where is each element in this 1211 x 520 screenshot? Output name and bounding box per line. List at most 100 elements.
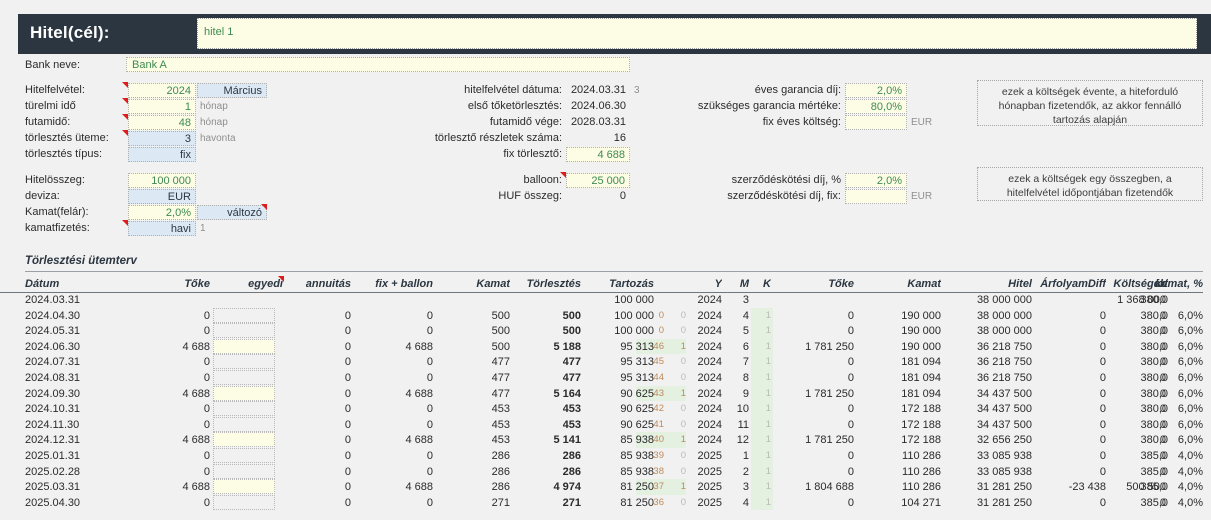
hitelosszeg-field[interactable]: 100 000 (128, 173, 196, 188)
szerzodeskotesi-dij-field[interactable]: 2,0% (845, 173, 907, 188)
szerzodeskotesi-dij-fix-field[interactable] (845, 189, 907, 204)
cell-toke: 0 (203, 465, 210, 478)
egyedi-input-cell[interactable] (213, 416, 275, 432)
cell-flag: 0 (680, 418, 686, 430)
table-row[interactable]: 2025.02.28 0 0 0 286 286 85 938 38 0 2025 2 1 0 110 2… (0, 463, 1211, 480)
bank-name-input[interactable]: Bank A (126, 57, 630, 72)
egyedi-input-cell[interactable] (213, 369, 275, 385)
cell-toke: 0 (203, 325, 210, 338)
cell-arf: 385,0 (1140, 465, 1168, 478)
table-row[interactable]: 2024.06.30 4 688 0 4 688 500 5 188 95 313 46 1 20… (0, 338, 1211, 355)
torlesztes-uteme-field[interactable]: 3 (128, 131, 196, 146)
spreadsheet-canvas: Hitel(cél): hitel 1 Bank neve: Bank A Hi… (0, 0, 1211, 520)
table-row[interactable]: 2024.08.31 0 0 0 477 477 95 313 44 0 2024 8 1 0 181 0… (0, 369, 1211, 386)
deviza-field[interactable]: EUR (128, 189, 196, 204)
egyedi-input-cell[interactable] (213, 447, 275, 463)
cell-annuitas: 0 (344, 496, 351, 509)
cell-kamat: 286 (491, 481, 510, 494)
cell-annuitas: 0 (344, 418, 351, 431)
cell-kamat: 500 (491, 325, 510, 338)
table-row[interactable]: 2025.04.30 0 0 0 271 271 81 250 36 0 2025 4 1 0 104 2… (0, 494, 1211, 511)
cell-month: 3 (742, 294, 749, 306)
egyedi-input-cell[interactable] (213, 432, 275, 448)
column-header-kamat: kamat, % (1155, 278, 1203, 290)
cell-flag: 0 (680, 449, 686, 461)
cell-kamat: 271 (491, 496, 510, 509)
cell-kamat-pct: 6,0% (1177, 403, 1203, 416)
egyedi-input-cell[interactable] (213, 385, 275, 401)
torlesztes-tipus-label: törlesztés típus: (25, 148, 103, 160)
table-row[interactable]: 2024.12.31 4 688 0 4 688 453 5 141 85 938 40 1 20… (0, 432, 1211, 448)
table-row[interactable]: 2024.03.31 100 000 2024 3 38 000 000 1 368 00… (0, 292, 1211, 308)
table-row[interactable]: 2024.10.31 0 0 0 453 453 90 625 42 0 2024 10 1 0 172 … (0, 401, 1211, 417)
egyedi-input-cell[interactable] (213, 354, 275, 370)
cell-annuitas: 0 (344, 434, 351, 447)
cell-torlesztes: 500 (562, 309, 581, 322)
cell-hitel-huf: 33 085 938 (976, 449, 1032, 462)
hitelfelvetel-datuma-unit: 3 (634, 85, 640, 96)
cell-tartozas: 90 625 (620, 418, 654, 431)
cell-annuitas: 0 (344, 449, 351, 462)
cell-month: 12 (736, 434, 749, 447)
cell-torlesztes: 4 974 (553, 481, 581, 494)
table-row[interactable]: 2025.01.31 0 0 0 286 286 85 938 39 0 2025 1 1 0 110 2… (0, 447, 1211, 464)
cell-arfolyamdiff: 0 (1099, 434, 1106, 447)
cell-hitel-huf: 38 000 000 (976, 309, 1032, 322)
cell-arfolyamdiff: 0 (1099, 371, 1106, 384)
table-row[interactable]: 2025.03.31 4 688 0 4 688 286 4 974 81 250 37 1 20… (0, 479, 1211, 495)
cell-flag: 1 (680, 481, 686, 493)
cell-kamat-pct: 6,0% (1177, 418, 1203, 431)
cell-tartozas: 85 938 (620, 434, 654, 447)
turelmi-ido-field[interactable]: 1 (128, 99, 196, 114)
egyedi-input-cell[interactable] (213, 307, 275, 323)
cell-counter: 43 (653, 387, 664, 399)
futamido-field[interactable]: 48 (128, 115, 196, 130)
cell-kamat-huf: 181 094 (901, 387, 941, 400)
szukseges-garancia-merteke-field[interactable]: 80,0% (845, 99, 907, 114)
egyedi-input-cell[interactable] (213, 494, 275, 510)
egyedi-input-cell[interactable] (213, 463, 275, 479)
kamatfizetes-field[interactable]: havi (128, 221, 196, 236)
hitelfelvetel-field[interactable]: 2024 (128, 83, 196, 98)
table-row[interactable]: 2024.04.30 0 0 0 500 500 100 000 0 0 2024 4 1 0 190 0… (0, 307, 1211, 324)
elso-toketorlesztes-label: első tőketörlesztés: (467, 100, 562, 112)
egyedi-input-cell[interactable] (213, 401, 275, 417)
kamat-felar-extra-field[interactable]: változó (197, 205, 267, 220)
cell-kamat-pct: 4,0% (1177, 449, 1203, 462)
cell-torlesztes: 5 164 (553, 387, 581, 400)
balloon-field[interactable]: 25 000 (566, 173, 630, 188)
cell-kamat: 477 (491, 371, 510, 384)
cell-month: 1 (742, 449, 749, 462)
fix-torleszto-field[interactable]: 4 688 (566, 147, 630, 162)
cell-hitel-huf: 31 281 250 (976, 496, 1032, 509)
cell-fix-ballon: 0 (426, 403, 433, 416)
kamat-felar-field[interactable]: 2,0% (128, 205, 196, 220)
eves-garancia-dij-field[interactable]: 2,0% (845, 83, 907, 98)
cell-kamat-pct: 4,0% (1177, 481, 1203, 494)
cell-datum: 2024.11.30 (25, 418, 80, 431)
table-row[interactable]: 2024.11.30 0 0 0 453 453 90 625 41 0 2024 11 1 0 172 … (0, 416, 1211, 433)
cell-datum: 2024.08.31 (25, 371, 81, 384)
hitelfelvetel-extra-field[interactable]: Március (197, 83, 267, 98)
cell-datum: 2025.03.31 (25, 481, 81, 494)
table-row[interactable]: 2024.07.31 0 0 0 477 477 95 313 45 0 2024 7 1 0 181 0… (0, 354, 1211, 370)
cell-arf: 380,0 (1140, 356, 1168, 369)
table-row[interactable]: 2024.05.31 0 0 0 500 500 100 000 0 0 2024 5 1 0 190 0… (0, 323, 1211, 339)
egyedi-input-cell[interactable] (213, 338, 275, 354)
cell-counter: 38 (653, 465, 664, 477)
torlesztes-tipus-field[interactable]: fix (128, 147, 196, 162)
loan-purpose-input[interactable]: hitel 1 (197, 18, 1197, 49)
egyedi-input-cell[interactable] (213, 479, 275, 495)
egyedi-input-cell[interactable] (213, 323, 275, 339)
fix-eves-koltseg-field[interactable] (845, 115, 907, 130)
column-header-kamat: Kamat (476, 278, 510, 290)
cell-annuitas: 0 (344, 325, 351, 338)
cell-flag: 0 (680, 325, 686, 337)
bank-name-label: Bank neve: (25, 59, 81, 71)
column-header-toke: Tőke (828, 278, 854, 290)
table-row[interactable]: 2024.09.30 4 688 0 4 688 477 5 164 90 625 43 1 20… (0, 385, 1211, 402)
cell-counter: 45 (653, 356, 664, 368)
hitelfelvetel-label: Hitelfelvétel: (25, 84, 85, 96)
cell-arf: 380,0 (1140, 325, 1168, 338)
cell-hitel-huf: 34 437 500 (976, 418, 1032, 431)
